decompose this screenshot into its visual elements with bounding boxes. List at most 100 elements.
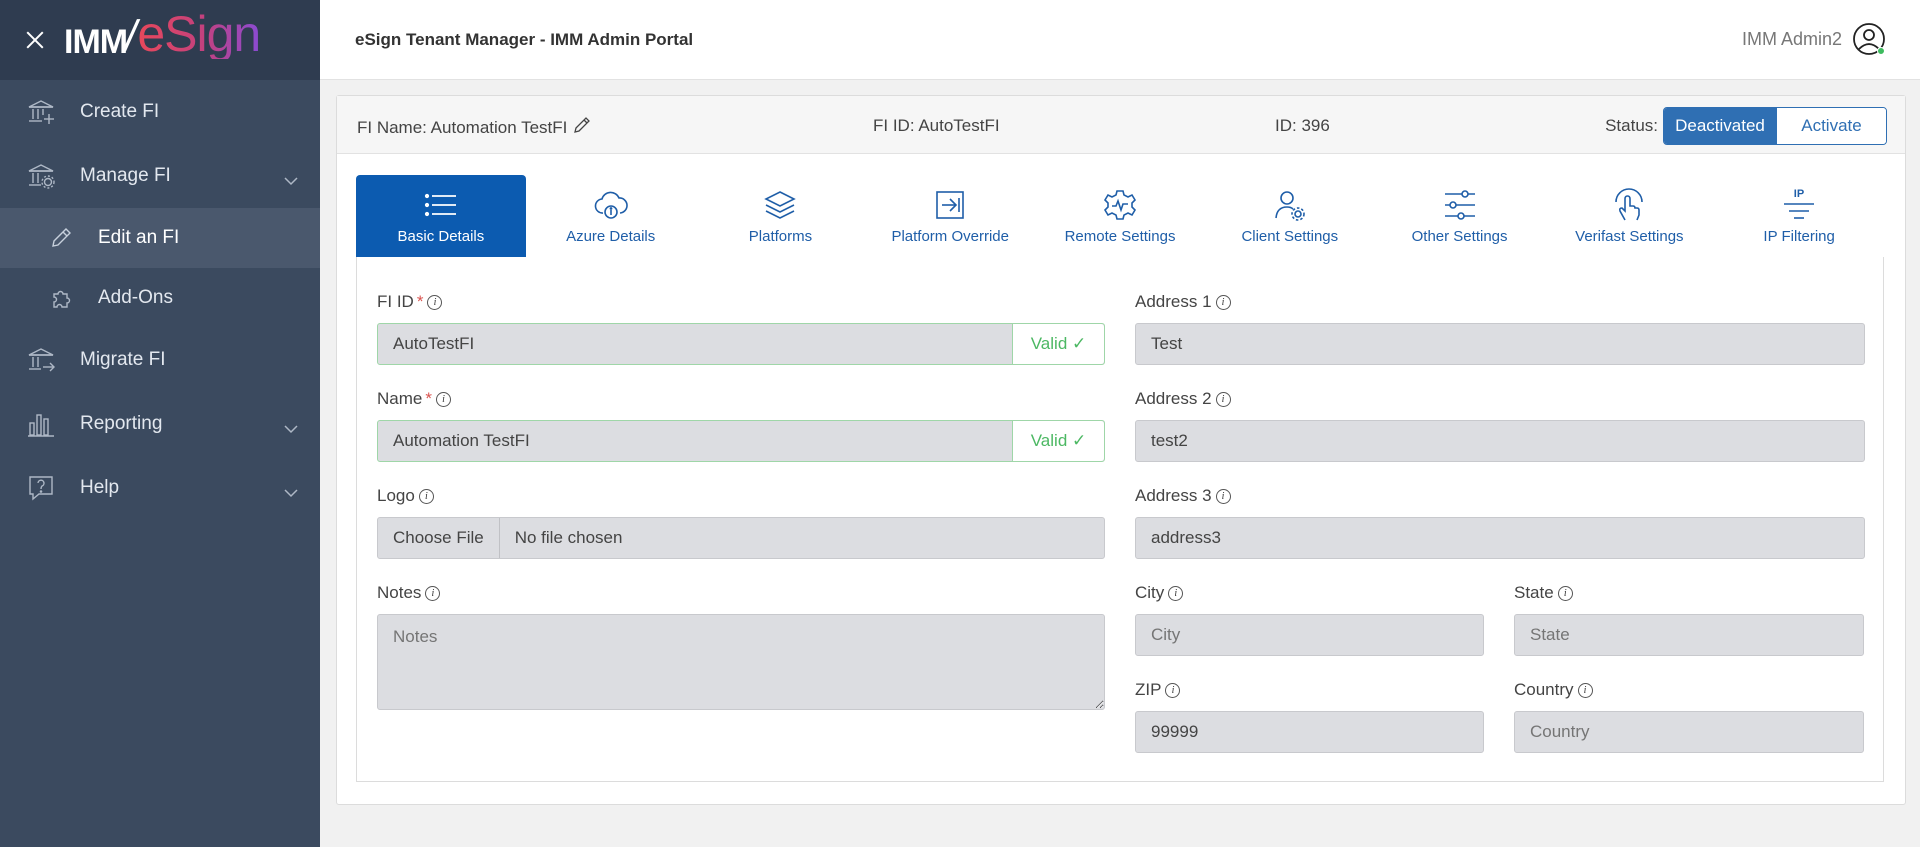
label-text: Name — [377, 389, 423, 408]
notes-field: Notes i — [377, 582, 1105, 710]
tab-verifast-settings[interactable]: Verifast Settings — [1544, 175, 1714, 257]
name-input[interactable]: Automation TestFI Valid ✓ — [377, 420, 1105, 462]
tab-platform-override[interactable]: Platform Override — [865, 175, 1035, 257]
sidebar-item-edit-fi[interactable]: Edit an FI — [0, 208, 320, 268]
help-bubble-icon — [26, 473, 56, 503]
sidebar-item-label: Reporting — [80, 413, 163, 434]
address3-input[interactable]: address3 — [1135, 517, 1865, 559]
address3-field: Address 3 i address3 — [1135, 485, 1865, 559]
state-input[interactable] — [1514, 614, 1864, 656]
tab-client-settings[interactable]: Client Settings — [1205, 175, 1375, 257]
puzzle-icon — [48, 285, 74, 311]
info-icon[interactable]: i — [1557, 585, 1573, 601]
tab-label: Platforms — [748, 228, 813, 245]
zip-value: 99999 — [1151, 722, 1199, 741]
online-status-dot — [1877, 47, 1885, 55]
hand-touch-icon — [1612, 188, 1646, 222]
sidebar-item-migrate-fi[interactable]: Migrate FI — [0, 328, 320, 392]
name-field: Name * i Automation TestFI Valid ✓ — [377, 388, 1105, 462]
close-icon[interactable] — [24, 29, 46, 51]
country-field: Country i — [1514, 679, 1864, 753]
sidebar-item-label: Migrate FI — [80, 349, 166, 370]
activate-button[interactable]: Activate — [1776, 108, 1886, 144]
info-icon[interactable]: i — [425, 585, 441, 601]
info-icon[interactable]: i — [1215, 294, 1231, 310]
sidebar: IMM / eSign Create FI Manage FI Edit an … — [0, 0, 320, 847]
label-text: Address 2 — [1135, 389, 1212, 408]
address2-field: Address 2 i test2 — [1135, 388, 1865, 462]
sidebar-item-help[interactable]: Help — [0, 456, 320, 520]
ip-filter-icon: IP — [1782, 188, 1816, 222]
required-asterisk: * — [425, 389, 432, 408]
tab-label: IP Filtering — [1763, 228, 1835, 245]
tab-other-settings[interactable]: Other Settings — [1375, 175, 1545, 257]
state-field: State i — [1514, 582, 1864, 656]
fi-id-value: AutoTestFI — [393, 334, 475, 353]
tab-label: Client Settings — [1241, 228, 1339, 245]
sidebar-item-manage-fi[interactable]: Manage FI — [0, 144, 320, 208]
city-input[interactable] — [1135, 614, 1484, 656]
fi-id-input[interactable]: AutoTestFI Valid ✓ — [377, 323, 1105, 365]
logo-file-input[interactable]: Choose File No file chosen — [377, 517, 1105, 559]
fi-name: FI Name: Automation TestFI — [357, 116, 591, 139]
tab-basic-details[interactable]: Basic Details — [356, 175, 526, 257]
notes-textarea[interactable] — [377, 614, 1105, 710]
fi-name-text: FI Name: Automation TestFI — [357, 117, 568, 137]
info-icon[interactable]: i — [427, 294, 443, 310]
fi-info-bar: FI Name: Automation TestFI FI ID: AutoTe… — [337, 96, 1905, 154]
address2-value: test2 — [1151, 431, 1188, 450]
bank-gear-icon — [26, 161, 56, 191]
sidebar-item-label: Create FI — [80, 101, 160, 122]
arrow-into-box-icon — [934, 188, 966, 222]
address1-input[interactable]: Test — [1135, 323, 1865, 365]
checkmark-icon: ✓ — [1072, 334, 1087, 353]
fi-id-label: FI ID * i — [377, 291, 1105, 313]
info-icon[interactable]: i — [1168, 585, 1184, 601]
tab-platforms[interactable]: Platforms — [696, 175, 866, 257]
gear-pulse-icon — [1103, 188, 1137, 222]
choose-file-button[interactable]: Choose File — [378, 518, 500, 558]
sidebar-item-create-fi[interactable]: Create FI — [0, 80, 320, 144]
sidebar-item-add-ons[interactable]: Add-Ons — [0, 268, 320, 328]
user-avatar-icon[interactable] — [1852, 22, 1886, 56]
address2-label: Address 2 i — [1135, 388, 1865, 410]
country-input[interactable] — [1514, 711, 1864, 753]
notes-label: Notes i — [377, 582, 1105, 604]
tab-azure-details[interactable]: Azure Details — [526, 175, 696, 257]
info-icon[interactable]: i — [1215, 391, 1231, 407]
info-icon[interactable]: i — [1215, 488, 1231, 504]
edit-name-pencil-icon[interactable] — [573, 116, 591, 139]
sidebar-nav: Create FI Manage FI Edit an FI Add-Ons M… — [0, 80, 320, 520]
sidebar-item-reporting[interactable]: Reporting — [0, 392, 320, 456]
layers-icon — [763, 188, 797, 222]
list-icon — [424, 188, 458, 222]
id-display: ID: 396 — [1275, 116, 1330, 135]
info-icon[interactable]: i — [435, 391, 451, 407]
status-toggle: Deactivated Activate — [1663, 107, 1887, 145]
tab-label: Platform Override — [891, 228, 1009, 245]
cloud-icon — [593, 188, 629, 222]
tab-label: Other Settings — [1411, 228, 1508, 245]
address2-input[interactable]: test2 — [1135, 420, 1865, 462]
tab-ip-filtering[interactable]: IP IP Filtering — [1714, 175, 1884, 257]
sidebar-item-label: Manage FI — [80, 165, 171, 186]
settings-tabs: Basic Details Azure Details Platforms Pl… — [356, 175, 1884, 257]
zip-input[interactable]: 99999 — [1135, 711, 1484, 753]
info-icon[interactable]: i — [1165, 682, 1181, 698]
fi-id-field: FI ID * i AutoTestFI Valid ✓ — [377, 291, 1105, 365]
valid-text: Valid — [1030, 334, 1068, 353]
tab-remote-settings[interactable]: Remote Settings — [1035, 175, 1205, 257]
address3-value: address3 — [1151, 528, 1221, 547]
info-icon[interactable]: i — [1577, 682, 1593, 698]
basic-details-form: FI ID * i AutoTestFI Valid ✓ Name * i Au… — [356, 257, 1884, 782]
info-icon[interactable]: i — [418, 488, 434, 504]
label-text: ZIP — [1135, 680, 1162, 699]
tab-label: Verifast Settings — [1575, 228, 1684, 245]
required-asterisk: * — [416, 292, 424, 311]
top-header: eSign Tenant Manager - IMM Admin Portal … — [320, 0, 1920, 80]
sidebar-item-label: Add-Ons — [98, 287, 173, 308]
address3-label: Address 3 i — [1135, 485, 1865, 507]
user-menu[interactable]: IMM Admin2 — [1742, 22, 1886, 56]
logo-esign: eSign — [137, 6, 261, 62]
deactivated-button[interactable]: Deactivated — [1664, 108, 1776, 144]
